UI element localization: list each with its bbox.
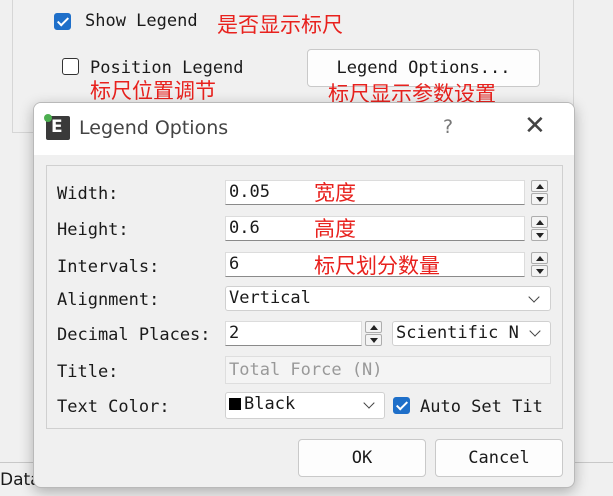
legend-title-field[interactable]: Total Force (N) bbox=[225, 356, 551, 384]
intervals-label: Intervals: bbox=[57, 257, 160, 277]
app-logo-icon: E bbox=[44, 114, 70, 140]
number-format-select[interactable]: Scientific N bbox=[392, 321, 551, 346]
title-label: Title: bbox=[57, 362, 119, 382]
alignment-label: Alignment: bbox=[57, 290, 160, 310]
auto-set-title-checkbox[interactable] bbox=[393, 397, 410, 414]
height-spinner[interactable] bbox=[531, 216, 548, 241]
close-icon[interactable]: ✕ bbox=[524, 111, 546, 141]
decimal-places-field[interactable]: 2 bbox=[225, 321, 362, 346]
ok-button[interactable]: OK bbox=[298, 439, 426, 477]
position-legend-checkbox[interactable] bbox=[62, 58, 79, 75]
alignment-select[interactable]: Vertical bbox=[225, 286, 551, 311]
position-legend-annotation: 标尺位置调节 bbox=[90, 79, 216, 103]
text-color-value: Black bbox=[244, 394, 296, 414]
width-label: Width: bbox=[57, 184, 119, 204]
height-field[interactable]: 0.6 bbox=[225, 216, 525, 241]
decimal-places-spinner[interactable] bbox=[365, 321, 382, 346]
auto-set-title-label: Auto Set Tit bbox=[420, 397, 543, 417]
width-annotation: 宽度 bbox=[314, 181, 356, 205]
width-spinner[interactable] bbox=[531, 180, 548, 205]
show-legend-label: Show Legend bbox=[85, 11, 198, 31]
number-format-value: Scientific N bbox=[396, 323, 519, 343]
dialog-title: Legend Options bbox=[79, 117, 229, 139]
show-legend-annotation: 是否显示标尺 bbox=[217, 13, 343, 37]
text-color-label: Text Color: bbox=[57, 397, 170, 417]
intervals-spinner[interactable] bbox=[531, 252, 548, 277]
width-field[interactable]: 0.05 bbox=[225, 180, 525, 205]
show-legend-checkbox[interactable] bbox=[54, 13, 71, 30]
text-color-select[interactable]: Black bbox=[225, 392, 385, 419]
cancel-button[interactable]: Cancel bbox=[435, 439, 563, 477]
intervals-annotation: 标尺划分数量 bbox=[314, 254, 440, 278]
alignment-value: Vertical bbox=[229, 288, 311, 308]
color-swatch-icon bbox=[229, 398, 241, 410]
position-legend-label: Position Legend bbox=[90, 58, 244, 78]
help-icon[interactable]: ? bbox=[443, 116, 453, 138]
legend-options-dialog: E Legend Options ? ✕ Width: 0.05 宽度 Heig… bbox=[33, 102, 575, 488]
decimal-places-label: Decimal Places: bbox=[57, 325, 211, 345]
height-annotation: 高度 bbox=[314, 217, 356, 241]
height-label: Height: bbox=[57, 220, 129, 240]
title-bar[interactable]: E Legend Options ? ✕ bbox=[34, 103, 574, 155]
